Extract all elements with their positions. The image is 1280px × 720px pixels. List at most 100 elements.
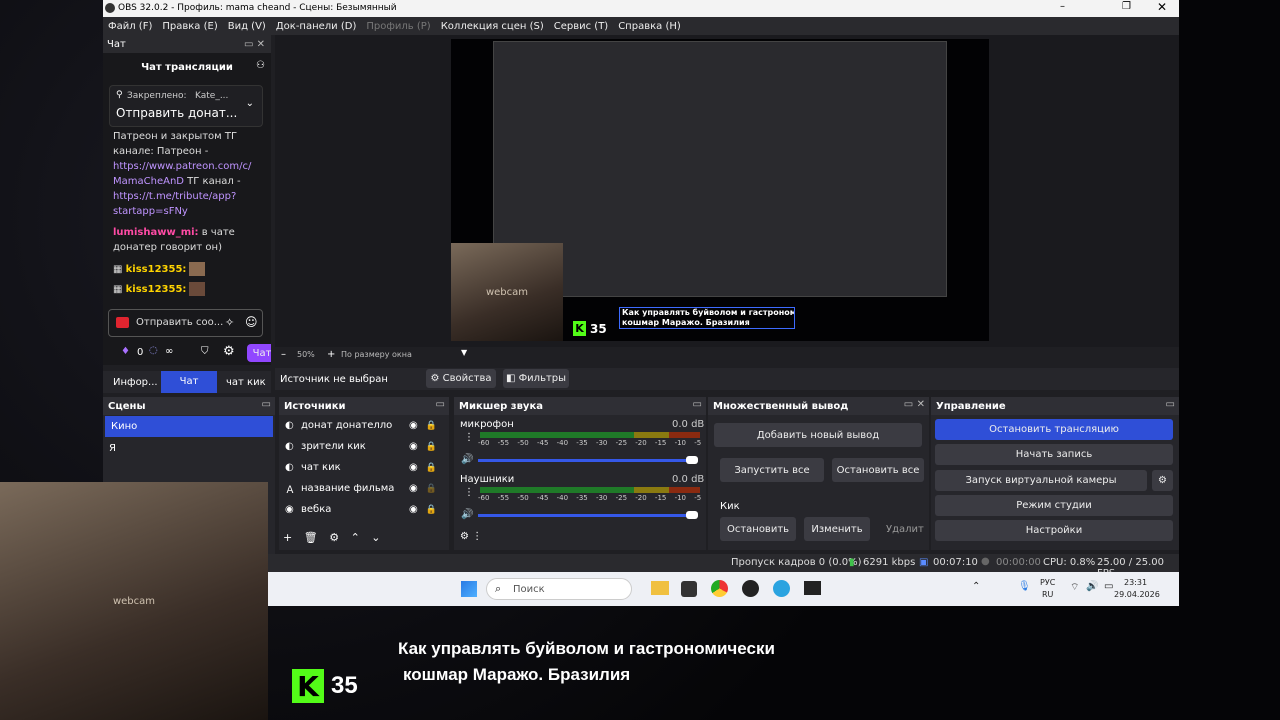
tray-chevron-icon[interactable]: ⌃	[972, 581, 980, 592]
zoom-in-icon[interactable]: +	[327, 349, 335, 360]
menu-tools[interactable]: Сервис (T)	[549, 21, 613, 32]
speaker-icon[interactable]: 🔊	[461, 454, 473, 465]
minimize-icon[interactable]: –	[1060, 1, 1065, 12]
chat-send-button[interactable]: Чат	[247, 344, 271, 362]
source-item[interactable]: ◐ донат донателло ◉ 🔒	[279, 415, 449, 436]
chat-username[interactable]: kiss12355:	[126, 264, 187, 275]
source-item[interactable]: Ａназвание фильма ◉ 🔒	[279, 478, 449, 499]
properties-button[interactable]: ⚙ Свойства	[426, 369, 496, 388]
add-output-button[interactable]: Добавить новый вывод	[714, 423, 922, 447]
undock-icon[interactable]: ▭	[262, 399, 271, 410]
clock-time[interactable]: 23:31	[1124, 578, 1147, 587]
more-icon[interactable]: ⋮	[464, 487, 474, 498]
volume-slider[interactable]	[478, 514, 696, 517]
mixer-settings-icon[interactable]: ⚙ ⋮	[460, 531, 482, 542]
lang-ru-2[interactable]: RU	[1042, 590, 1053, 599]
filters-button[interactable]: ◧ Фильтры	[503, 369, 569, 388]
stop-output-button[interactable]: Остановить	[720, 517, 796, 541]
magic-icon[interactable]: ✧	[225, 316, 234, 329]
chat-username[interactable]: lumishaww_mi:	[113, 227, 199, 238]
undock-icon[interactable]: ▭	[693, 399, 702, 410]
chevron-down-icon[interactable]: ⌄	[246, 98, 254, 109]
pinned-message[interactable]: ⚲ Закреплено: Kate_... Отправить донат..…	[109, 85, 263, 127]
chat-input[interactable]: Отправить соо... ✧ ☺	[108, 309, 263, 337]
lock-icon[interactable]: 🔒	[426, 463, 437, 473]
mic-icon[interactable]: 🎙	[1018, 581, 1031, 592]
chat-link[interactable]: MamaCheAnD	[113, 176, 184, 187]
chat-link[interactable]: https://t.me/tribute/app?	[113, 191, 236, 202]
chrome-icon[interactable]	[711, 580, 728, 597]
close-icon[interactable]: ✕	[1157, 0, 1167, 14]
undock-icon[interactable]: ▭	[436, 399, 445, 410]
source-item[interactable]: ◐ зрители кик ◉ 🔒	[279, 436, 449, 457]
volume-icon[interactable]: 🔊	[1086, 581, 1098, 592]
app-icon[interactable]	[681, 581, 697, 597]
source-item[interactable]: ◐ чат кик ◉ 🔒	[279, 457, 449, 478]
scene-item[interactable]: Я	[103, 438, 275, 459]
gear-icon[interactable]: ⚙	[329, 531, 339, 544]
eye-icon[interactable]: ◉	[409, 420, 418, 431]
tab-chat[interactable]: Чат	[161, 371, 217, 393]
lang-ru-1[interactable]: РУС	[1040, 578, 1055, 587]
volume-slider[interactable]	[478, 459, 696, 462]
volume-knob[interactable]	[686, 456, 698, 464]
gear-icon[interactable]: ⚙	[223, 344, 235, 359]
lock-icon[interactable]: 🔒	[426, 421, 437, 431]
shield-icon[interactable]: ⛉	[201, 346, 209, 357]
tab-kick-chat[interactable]: чат кик	[226, 377, 266, 388]
users-icon[interactable]: ⚇	[256, 60, 265, 71]
eye-icon[interactable]: ◉	[409, 462, 418, 473]
battery-icon[interactable]: ▭	[1104, 581, 1113, 592]
menu-profile[interactable]: Профиль (P)	[361, 21, 435, 32]
chevron-down-icon[interactable]: ▼	[461, 348, 467, 357]
stop-stream-button[interactable]: Остановить трансляцию	[935, 419, 1173, 440]
emoji-icon[interactable]: ☺	[245, 315, 258, 329]
clock-date[interactable]: 29.04.2026	[1114, 590, 1160, 599]
tab-info[interactable]: Инфор...	[113, 377, 158, 388]
close-icon[interactable]: ▭ ✕	[244, 39, 265, 50]
menu-edit[interactable]: Правка (E)	[157, 21, 222, 32]
start-record-button[interactable]: Начать запись	[935, 444, 1173, 465]
eye-icon[interactable]: ◉	[409, 483, 418, 494]
telegram-icon[interactable]	[773, 580, 790, 597]
menu-scene-collection[interactable]: Коллекция сцен (S)	[436, 21, 549, 32]
maximize-icon[interactable]: ❐	[1122, 1, 1131, 12]
down-icon[interactable]: ⌄	[371, 531, 380, 544]
source-item[interactable]: ◉ вебка ◉ 🔒	[279, 499, 449, 520]
scene-item[interactable]: Кино	[105, 416, 273, 437]
trash-icon[interactable]: 🗑	[304, 531, 318, 544]
undock-icon[interactable]: ▭	[1166, 399, 1175, 410]
speaker-icon[interactable]: 🔊	[461, 509, 473, 520]
fit-select[interactable]: По размеру окна	[341, 350, 412, 359]
zoom-out-icon[interactable]: –	[281, 349, 286, 360]
menu-file[interactable]: Файл (F)	[103, 21, 157, 32]
terminal-icon[interactable]	[804, 581, 821, 595]
edit-output-button[interactable]: Изменить	[804, 517, 870, 541]
delete-output-button[interactable]: Удалит	[886, 524, 924, 535]
windows-start-icon[interactable]	[461, 581, 477, 597]
gear-icon[interactable]: ⚙	[1152, 470, 1173, 491]
lock-icon[interactable]: 🔒	[426, 484, 437, 494]
menu-docks[interactable]: Док-панели (D)	[271, 21, 362, 32]
up-icon[interactable]: ⌃	[351, 531, 360, 544]
lock-icon[interactable]: 🔒	[426, 505, 437, 515]
start-all-button[interactable]: Запустить все	[720, 458, 824, 482]
folder-icon[interactable]	[651, 581, 669, 595]
menu-view[interactable]: Вид (V)	[223, 21, 271, 32]
wifi-icon[interactable]: ⌔	[1070, 581, 1079, 594]
preview-canvas[interactable]: webcam K 35 Как управлять буйволом и гас…	[451, 39, 989, 341]
stop-all-button[interactable]: Остановить все	[832, 458, 924, 482]
obs-icon[interactable]	[742, 580, 759, 597]
chat-link[interactable]: https://www.patreon.com/c/	[113, 161, 251, 172]
eye-icon[interactable]: ◉	[409, 504, 418, 515]
taskbar-search[interactable]: ⌕ Поиск	[486, 578, 632, 600]
volume-knob[interactable]	[686, 511, 698, 519]
settings-button[interactable]: Настройки	[935, 520, 1173, 541]
lock-icon[interactable]: 🔒	[426, 442, 437, 452]
studio-mode-button[interactable]: Режим студии	[935, 495, 1173, 516]
add-icon[interactable]: +	[283, 531, 292, 544]
more-icon[interactable]: ⋮	[464, 432, 474, 443]
chat-username[interactable]: kiss12355:	[126, 284, 187, 295]
virtual-camera-button[interactable]: Запуск виртуальной камеры	[935, 470, 1147, 491]
menu-help[interactable]: Справка (H)	[613, 21, 686, 32]
